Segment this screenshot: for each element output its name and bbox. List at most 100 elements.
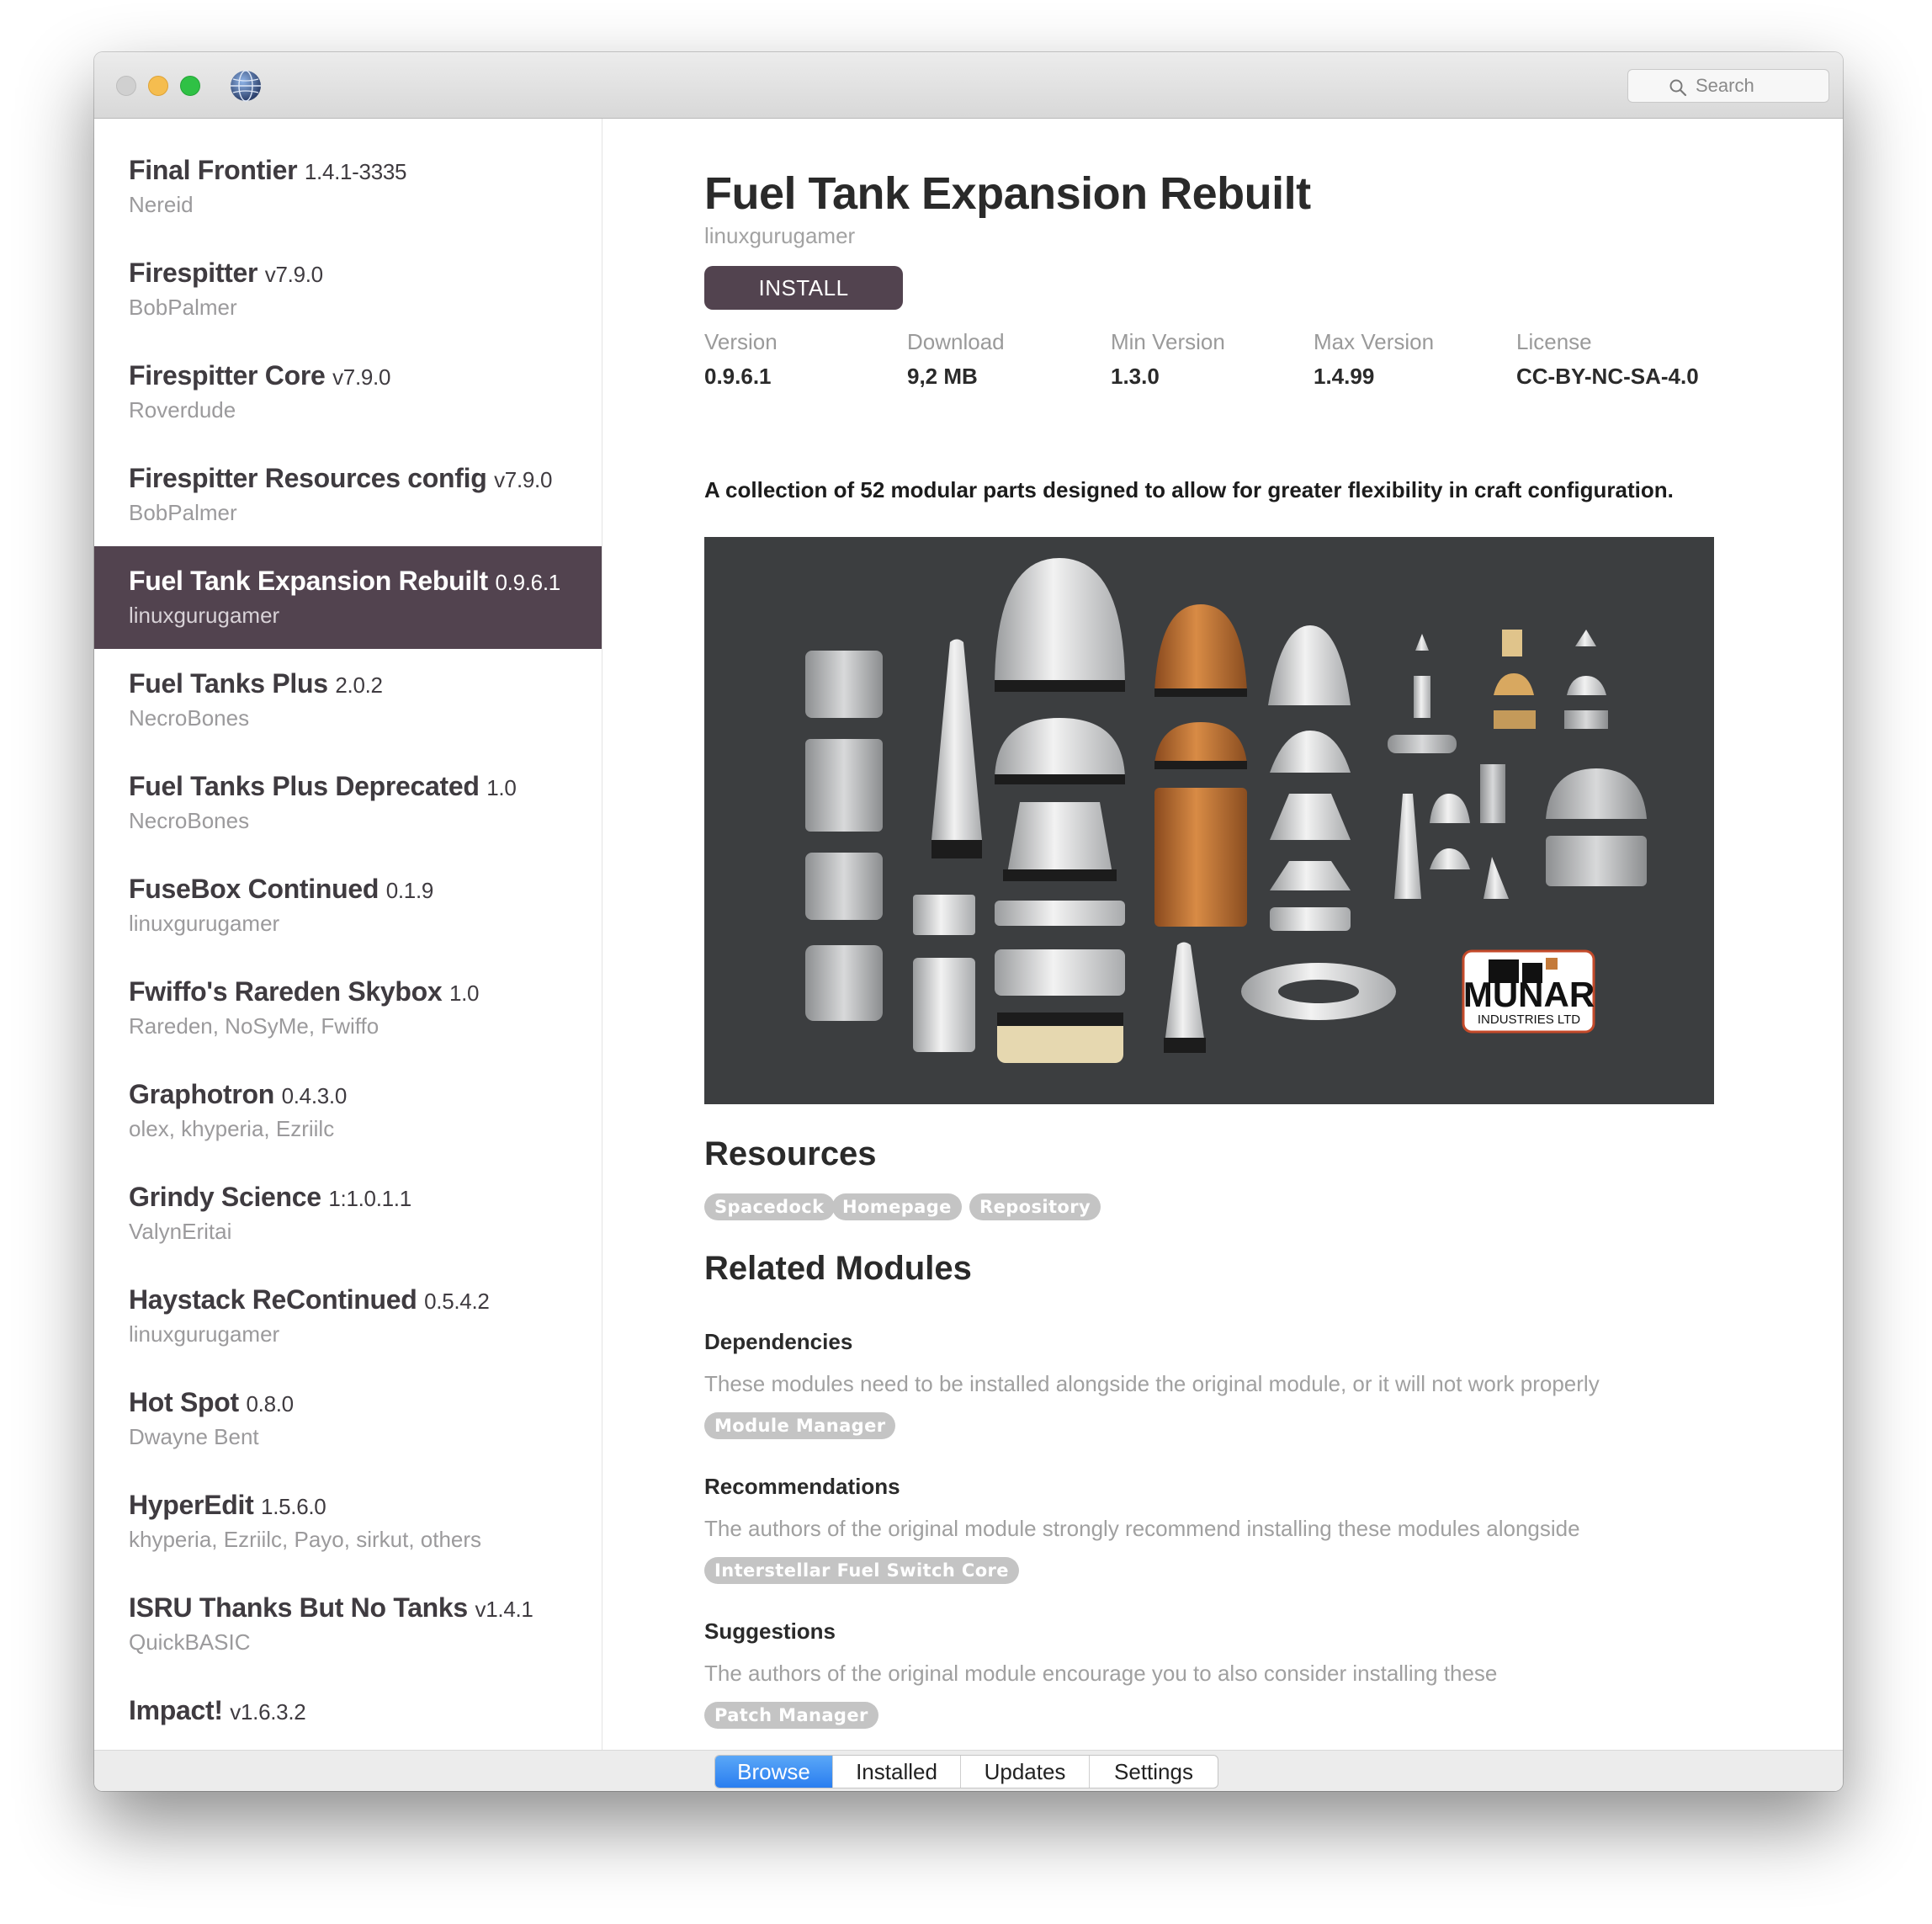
mod-item-title: Impact! v1.6.3.2 xyxy=(129,1695,306,1726)
mod-detail-pane: Fuel Tank Expansion Rebuilt linuxgurugam… xyxy=(602,119,1843,1750)
search-input[interactable] xyxy=(1696,73,1813,98)
mod-item-author: QuickBASIC xyxy=(129,1629,251,1655)
mod-item-author: Nereid xyxy=(129,192,194,217)
mod-item-name: Fuel Tank Expansion Rebuilt xyxy=(129,566,488,596)
mod-item-version: 1.5.6.0 xyxy=(261,1494,326,1519)
minimize-window-button[interactable] xyxy=(148,76,168,96)
mod-item-name: Fuel Tanks Plus Deprecated xyxy=(129,771,480,801)
spacedock-link[interactable]: Spacedock xyxy=(704,1193,835,1220)
sidebar-mod-item[interactable]: Hot Spot 0.8.0 Dwayne Bent xyxy=(94,1368,602,1470)
mod-item-title: Firespitter Core v7.9.0 xyxy=(129,360,390,391)
suggestions-heading: Suggestions xyxy=(704,1618,836,1644)
mod-item-name: Hot Spot xyxy=(129,1387,239,1417)
title-bar xyxy=(94,52,1843,119)
sidebar-mod-item[interactable]: Firespitter Core v7.9.0 Roverdude xyxy=(94,341,602,444)
mod-item-title: Graphotron 0.4.3.0 xyxy=(129,1079,347,1110)
search-field[interactable] xyxy=(1627,69,1829,103)
recommendations-heading: Recommendations xyxy=(704,1474,900,1499)
sidebar-mod-item[interactable]: Firespitter Resources config v7.9.0 BobPa… xyxy=(94,444,602,546)
mod-item-author: NecroBones xyxy=(129,705,250,731)
mod-item-title: Final Frontier 1.4.1-3335 xyxy=(129,155,406,186)
mod-item-title: Haystack ReContinued 0.5.4.2 xyxy=(129,1284,490,1315)
bottom-toolbar: Browse Installed Updates Settings xyxy=(94,1750,1843,1791)
mod-item-title: Fwiffo's Rareden Skybox 1.0 xyxy=(129,976,480,1007)
tab-settings[interactable]: Settings xyxy=(1090,1756,1218,1788)
meta-value: 9,2 MB xyxy=(907,364,978,389)
app-window: ravan Final Frontier 1.4.1-3335 Nereid Fir… xyxy=(94,52,1843,1791)
mod-item-version: 1.4.1-3335 xyxy=(304,159,407,184)
mod-item-author: NecroBones xyxy=(129,808,250,833)
sidebar-mod-item[interactable]: Haystack ReContinued 0.5.4.2 linuxgurugam… xyxy=(94,1265,602,1368)
mod-description: A collection of 52 modular parts designe… xyxy=(704,477,1674,502)
mod-item-name: Fwiffo's Rareden Skybox xyxy=(129,976,443,1007)
mod-item-version: 0.5.4.2 xyxy=(424,1289,490,1314)
meta-label: Min Version xyxy=(1111,329,1225,354)
suggestion-tag[interactable]: Patch Manager xyxy=(704,1702,878,1729)
sidebar-mod-item[interactable]: ISRU Thanks But No Tanks v1.4.1 QuickBASI… xyxy=(94,1573,602,1676)
sidebar-mod-item[interactable]: Impact! v1.6.3.2 xyxy=(94,1676,602,1750)
partially-visible-item: ravan xyxy=(129,119,175,124)
mod-item-title: Grindy Science 1:1.0.1.1 xyxy=(129,1182,411,1213)
mod-item-version: 0.9.6.1 xyxy=(495,570,561,595)
recommendation-tag[interactable]: Interstellar Fuel Switch Core xyxy=(704,1557,1019,1584)
tab-browse[interactable]: Browse xyxy=(715,1756,833,1788)
resources-heading: Resources xyxy=(704,1135,877,1172)
mod-item-name: FuseBox Continued xyxy=(129,874,380,904)
mod-item-author: BobPalmer xyxy=(129,295,237,320)
logo-subtext: INDUSTRIES LTD xyxy=(1478,1012,1580,1027)
mod-item-title: Fuel Tank Expansion Rebuilt 0.9.6.1 xyxy=(129,566,560,597)
mod-item-name: Fuel Tanks Plus xyxy=(129,668,328,699)
meta-download: Download 9,2 MB xyxy=(907,329,1005,390)
install-button[interactable]: INSTALL xyxy=(704,266,903,310)
repository-link[interactable]: Repository xyxy=(969,1193,1101,1220)
sidebar-mod-item[interactable]: Fwiffo's Rareden Skybox 1.0 Rareden, NoSy… xyxy=(94,957,602,1060)
meta-value: 1.3.0 xyxy=(1111,364,1160,389)
sidebar-mod-item[interactable]: Graphotron 0.4.3.0 olex, khyperia, Ezriil… xyxy=(94,1060,602,1162)
mod-item-author: linuxgurugamer xyxy=(129,603,280,628)
sidebar-mod-item[interactable]: Fuel Tanks Plus 2.0.2 NecroBones xyxy=(94,649,602,752)
mod-item-name: Final Frontier xyxy=(129,155,298,185)
sidebar-mod-item[interactable]: FuseBox Continued 0.1.9 linuxgurugamer xyxy=(94,854,602,957)
meta-label: Download xyxy=(907,329,1005,354)
mod-item-author: Rareden, NoSyMe, Fwiffo xyxy=(129,1013,380,1039)
tab-installed[interactable]: Installed xyxy=(833,1756,961,1788)
recommendations-description: The authors of the original module stron… xyxy=(704,1516,1580,1541)
meta-min-version: Min Version 1.3.0 xyxy=(1111,329,1225,390)
mod-item-author: Roverdude xyxy=(129,397,236,423)
sidebar-mod-item[interactable]: Fuel Tanks Plus Deprecated 1.0 NecroBones xyxy=(94,752,602,854)
zoom-window-button[interactable] xyxy=(180,76,200,96)
mod-item-author: khyperia, Ezriilc, Payo, sirkut, others xyxy=(129,1527,482,1552)
close-window-button[interactable] xyxy=(116,76,136,96)
meta-max-version: Max Version 1.4.99 xyxy=(1314,329,1434,390)
mod-screenshot-image: MUNAR INDUSTRIES LTD xyxy=(704,537,1714,1104)
related-modules-heading: Related Modules xyxy=(704,1250,972,1287)
mod-title: Fuel Tank Expansion Rebuilt xyxy=(704,168,1311,219)
mod-item-version: 1.0 xyxy=(486,775,517,800)
sidebar-mod-item[interactable]: HyperEdit 1.5.6.0 khyperia, Ezriilc, Payo… xyxy=(94,1470,602,1573)
mod-item-title: Firespitter Resources config v7.9.0 xyxy=(129,463,552,494)
mod-item-title: ISRU Thanks But No Tanks v1.4.1 xyxy=(129,1592,533,1624)
mod-item-title: HyperEdit 1.5.6.0 xyxy=(129,1490,326,1521)
tab-updates[interactable]: Updates xyxy=(961,1756,1090,1788)
mod-item-name: Graphotron xyxy=(129,1079,274,1109)
mod-item-name: Firespitter Resources config xyxy=(129,463,487,493)
mod-list-sidebar[interactable]: ravan Final Frontier 1.4.1-3335 Nereid Fir… xyxy=(94,119,602,1750)
meta-label: Version xyxy=(704,329,778,354)
mod-item-version: v7.9.0 xyxy=(494,467,553,492)
mod-item-name: Grindy Science xyxy=(129,1182,321,1212)
homepage-link[interactable]: Homepage xyxy=(832,1193,962,1220)
meta-label: Max Version xyxy=(1314,329,1435,354)
dependencies-description: These modules need to be installed along… xyxy=(704,1371,1600,1396)
sidebar-mod-item[interactable]: Final Frontier 1.4.1-3335 Nereid xyxy=(94,136,602,238)
sidebar-mod-item[interactable]: Fuel Tank Expansion Rebuilt 0.9.6.1 linux… xyxy=(94,546,602,649)
sidebar-mod-item[interactable]: Firespitter v7.9.0 BobPalmer xyxy=(94,238,602,341)
mod-item-version: v7.9.0 xyxy=(264,262,323,287)
mod-item-title: Fuel Tanks Plus 2.0.2 xyxy=(129,668,383,699)
mod-item-name: Firespitter xyxy=(129,258,258,288)
sidebar-mod-item[interactable]: Grindy Science 1:1.0.1.1 ValynEritai xyxy=(94,1162,602,1265)
mod-item-version: 1.0 xyxy=(448,981,480,1006)
dependency-tag[interactable]: Module Manager xyxy=(704,1412,896,1439)
mod-item-version: 2.0.2 xyxy=(335,672,383,698)
mod-item-version: 0.1.9 xyxy=(385,878,434,903)
mod-item-name: ISRU Thanks But No Tanks xyxy=(129,1592,468,1623)
